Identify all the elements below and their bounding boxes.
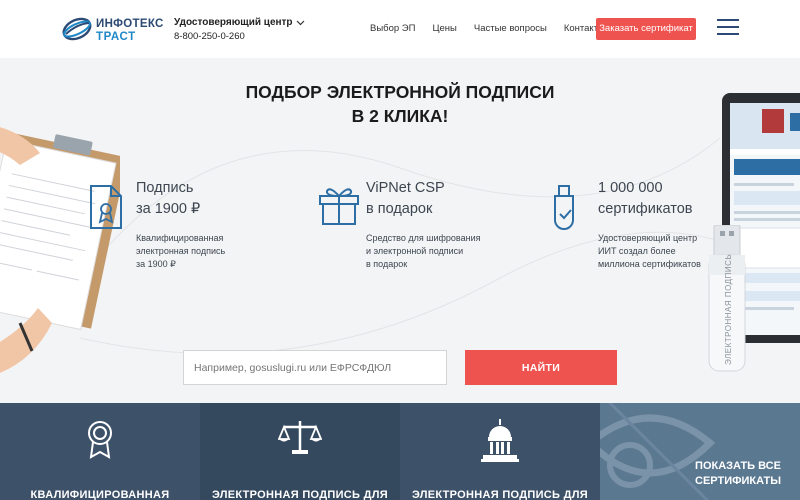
show-all-label: ПОКАЗАТЬ ВСЕ СЕРТИФИКАТЫ xyxy=(678,459,798,489)
feature-desc-line: ИИТ создал более xyxy=(598,246,676,256)
category-tiles: КВАЛИФИЦИРОВАННАЯ ЭЛЕКТРОННАЯ ПОДПИСЬ ДЛ… xyxy=(0,403,800,500)
feature-title: Подпись за 1900 ₽ xyxy=(136,178,200,220)
feature-description: Удостоверяющий центр ИИТ создал более ми… xyxy=(598,232,701,271)
category-legal[interactable]: ЭЛЕКТРОННАЯ ПОДПИСЬ ДЛЯ xyxy=(200,403,400,500)
logo-text-infotecs: ИНФОТЕКС xyxy=(96,18,164,30)
category-government[interactable]: ЭЛЕКТРОННАЯ ПОДПИСЬ ДЛЯ xyxy=(400,403,600,500)
category-label: КВАЛИФИЦИРОВАННАЯ xyxy=(30,489,170,500)
usb-token-icon xyxy=(554,185,574,230)
headline-line-1: ПОДБОР ЭЛЕКТРОННОЙ ПОДПИСИ xyxy=(245,82,555,102)
globe-logo-icon xyxy=(62,17,92,41)
feature-description: Квалифицированная электронная подпись за… xyxy=(136,232,225,271)
feature-desc-line: и электронной подписи xyxy=(366,246,464,256)
show-all-certificates-button[interactable]: ПОКАЗАТЬ ВСЕ СЕРТИФИКАТЫ xyxy=(600,403,800,500)
nav-choose-ep[interactable]: Выбор ЭП xyxy=(370,23,415,34)
show-all-line: ПОКАЗАТЬ ВСЕ xyxy=(695,460,781,472)
feature-desc-line: Средство для шифрования xyxy=(366,233,481,243)
feature-title: 1 000 000 сертификатов xyxy=(598,178,692,220)
hero-section: ПОДБОР ЭЛЕКТРОННОЙ ПОДПИСИ В 2 КЛИКА! По… xyxy=(0,58,800,403)
feature-desc-line: электронная подпись xyxy=(136,246,226,256)
headline-line-2: В 2 КЛИКА! xyxy=(351,106,449,126)
feature-title-line: в подарок xyxy=(366,201,433,217)
award-ribbon-icon xyxy=(88,421,112,459)
logo[interactable]: ИНФОТЕКС ТРАСТ xyxy=(62,14,164,44)
category-label: ЭЛЕКТРОННАЯ ПОДПИСЬ ДЛЯ xyxy=(212,489,388,500)
feature-desc-line: Квалифицированная xyxy=(136,233,224,243)
site-header: ИНФОТЕКС ТРАСТ Удостоверяющий центр 8-80… xyxy=(0,0,800,58)
certification-center[interactable]: Удостоверяющий центр 8-800-250-0-260 xyxy=(174,17,305,42)
uc-title: Удостоверяющий центр xyxy=(174,17,293,28)
feature-desc-line: Удостоверяющий центр xyxy=(598,233,698,243)
feature-title-line: 1 000 000 xyxy=(598,180,663,196)
feature-title-line: за 1900 ₽ xyxy=(136,201,201,217)
nav-prices[interactable]: Цены xyxy=(432,23,456,34)
usb-label-text: ЭЛЕКТРОННАЯ ПОДПИСЬ xyxy=(724,254,733,365)
nav-faq[interactable]: Частые вопросы xyxy=(474,23,547,34)
logo-text-trust: ТРАСТ xyxy=(96,31,136,43)
show-all-line: СЕРТИФИКАТЫ xyxy=(695,475,781,487)
gift-box-icon xyxy=(319,188,359,225)
order-certificate-button[interactable]: Заказать сертификат xyxy=(596,18,696,40)
feature-desc-line: в подарок xyxy=(366,259,408,269)
capitol-building-icon xyxy=(481,419,519,462)
uc-title-row: Удостоверяющий центр xyxy=(174,17,305,28)
category-qualified[interactable]: КВАЛИФИЦИРОВАННАЯ xyxy=(0,403,200,500)
feature-title-line: Подпись xyxy=(136,180,194,196)
feature-title-line: сертификатов xyxy=(598,201,693,217)
hamburger-menu-icon[interactable] xyxy=(717,19,739,37)
main-nav: Выбор ЭП Цены Частые вопросы Контакты xyxy=(370,23,622,34)
search-input[interactable] xyxy=(183,350,447,385)
feature-title-line: ViPNet CSP xyxy=(366,180,445,196)
usb-token-illustration: ЭЛЕКТРОННАЯ ПОДПИСЬ xyxy=(702,224,752,380)
clipboard-hands-illustration xyxy=(0,127,120,373)
category-label: ЭЛЕКТРОННАЯ ПОДПИСЬ ДЛЯ xyxy=(412,489,588,500)
chevron-down-icon xyxy=(296,20,304,25)
scales-icon xyxy=(278,421,322,454)
feature-desc-line: миллиона сертификатов xyxy=(598,259,701,269)
usb-token-shape: ЭЛЕКТРОННАЯ ПОДПИСЬ xyxy=(708,224,746,372)
find-button[interactable]: НАЙТИ xyxy=(465,350,617,385)
feature-description: Средство для шифрования и электронной по… xyxy=(366,232,480,271)
feature-title: ViPNet CSP в подарок xyxy=(366,178,445,220)
certificate-document-icon xyxy=(90,185,122,229)
uc-phone: 8-800-250-0-260 xyxy=(174,31,245,42)
feature-desc-line: за 1900 ₽ xyxy=(136,259,176,269)
hero-headline: ПОДБОР ЭЛЕКТРОННОЙ ПОДПИСИ В 2 КЛИКА! xyxy=(0,80,800,128)
